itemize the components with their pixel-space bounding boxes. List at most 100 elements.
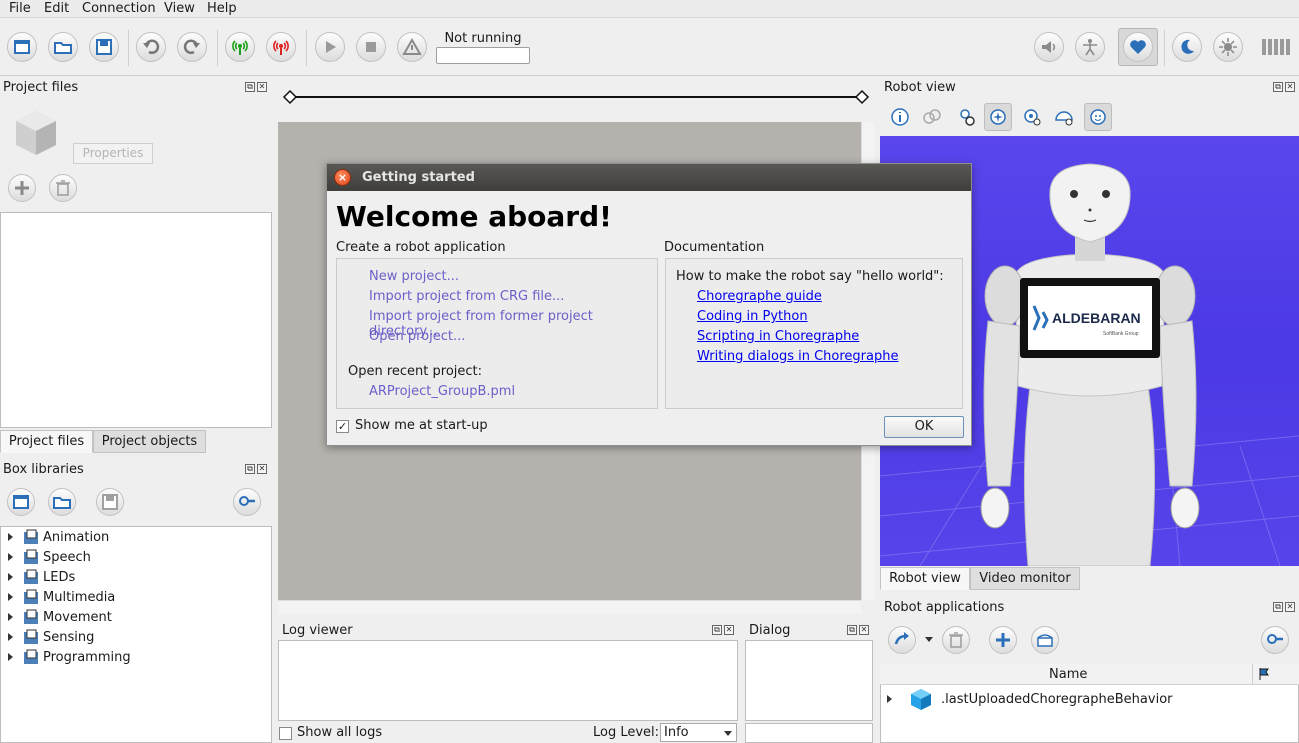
robot-settings-button[interactable] xyxy=(1018,103,1046,131)
expand-arrow-icon[interactable] xyxy=(8,573,13,581)
dialog-output-area[interactable] xyxy=(745,640,873,721)
close-dock-icon[interactable]: ✕ xyxy=(1285,82,1295,92)
properties-button[interactable]: Properties xyxy=(73,143,153,164)
save-library-button[interactable] xyxy=(96,488,124,516)
expand-arrow-icon[interactable] xyxy=(8,533,13,541)
upload-icon xyxy=(894,632,909,645)
app-row[interactable]: .lastUploadedChoregrapheBehavior xyxy=(880,688,1299,710)
float-dock-icon[interactable]: ⧉ xyxy=(1273,602,1283,612)
posture-button[interactable] xyxy=(1075,32,1105,62)
project-files-list[interactable] xyxy=(0,212,272,428)
robot-stiffness-button[interactable] xyxy=(952,103,980,131)
default-app-column-icon[interactable] xyxy=(1257,667,1271,681)
app-store-button[interactable] xyxy=(1031,626,1059,654)
open-project-link[interactable]: Open project... xyxy=(369,329,465,344)
writing-dialogs-link[interactable]: Writing dialogs in Choregraphe xyxy=(697,349,898,364)
disconnect-button[interactable] xyxy=(266,32,296,62)
redo-button[interactable] xyxy=(177,32,207,62)
close-dock-icon[interactable]: ✕ xyxy=(257,82,267,92)
scripting-choregraphe-link[interactable]: Scripting in Choregraphe xyxy=(697,329,859,344)
tab-video-monitor[interactable]: Video monitor xyxy=(970,567,1080,590)
show-at-startup-checkbox[interactable]: ✓ xyxy=(336,420,349,433)
choregraphe-guide-link[interactable]: Choregraphe guide xyxy=(697,289,822,304)
wake-up-button[interactable] xyxy=(1213,32,1243,62)
menu-file[interactable]: File xyxy=(9,0,31,17)
log-viewer-dock-controls: ⧉ ✕ xyxy=(712,625,734,635)
add-app-button[interactable] xyxy=(989,626,1017,654)
connect-button[interactable] xyxy=(225,32,255,62)
upload-app-button[interactable] xyxy=(888,626,916,654)
close-dock-icon[interactable]: ✕ xyxy=(1285,602,1295,612)
new-project-link[interactable]: New project... xyxy=(369,269,459,284)
robot-joints-button[interactable] xyxy=(918,103,946,131)
autonomous-life-button[interactable] xyxy=(1123,32,1153,62)
undo-button[interactable] xyxy=(136,32,166,62)
save-project-button[interactable] xyxy=(89,32,119,62)
open-library-button[interactable] xyxy=(48,488,76,516)
library-item-animation[interactable]: Animation xyxy=(1,527,271,547)
menu-connection[interactable]: Connection xyxy=(82,0,156,17)
float-dock-icon[interactable]: ⧉ xyxy=(712,625,722,635)
library-item-movement[interactable]: Movement xyxy=(1,607,271,627)
stop-button[interactable] xyxy=(356,32,386,62)
expand-arrow-icon[interactable] xyxy=(887,695,892,703)
tab-project-objects[interactable]: Project objects xyxy=(93,430,206,453)
add-file-button[interactable] xyxy=(8,174,36,202)
speaker-icon xyxy=(1042,41,1056,53)
log-level-select[interactable]: Info xyxy=(660,723,737,742)
float-dock-icon[interactable]: ⧉ xyxy=(847,625,857,635)
rest-button[interactable] xyxy=(1172,32,1202,62)
library-item-leds[interactable]: LEDs xyxy=(1,567,271,587)
robot-mode-button[interactable] xyxy=(984,103,1012,131)
volume-button[interactable] xyxy=(1034,32,1064,62)
menu-help[interactable]: Help xyxy=(207,0,237,17)
expand-arrow-icon[interactable] xyxy=(8,593,13,601)
close-icon[interactable]: × xyxy=(334,169,351,186)
delete-app-button[interactable] xyxy=(942,626,970,654)
float-dock-icon[interactable]: ⧉ xyxy=(245,464,255,474)
upload-options-chevron-icon[interactable] xyxy=(925,637,933,642)
recent-project-link[interactable]: ARProject_GroupB.pml xyxy=(369,384,515,399)
menu-view[interactable]: View xyxy=(164,0,195,17)
library-item-multimedia[interactable]: Multimedia xyxy=(1,587,271,607)
play-button[interactable] xyxy=(315,32,345,62)
coding-python-link[interactable]: Coding in Python xyxy=(697,309,808,324)
debug-button[interactable] xyxy=(397,32,427,62)
library-item-speech[interactable]: Speech xyxy=(1,547,271,567)
ok-button[interactable]: OK xyxy=(884,416,964,438)
import-crg-link[interactable]: Import project from CRG file... xyxy=(369,289,564,304)
float-dock-icon[interactable]: ⧉ xyxy=(1273,82,1283,92)
show-all-logs-checkbox[interactable] xyxy=(279,727,292,740)
autonomous-life-toggle[interactable] xyxy=(1118,28,1158,66)
robot-face-button[interactable] xyxy=(1084,103,1112,131)
save-icon xyxy=(96,39,112,55)
log-output-area[interactable] xyxy=(278,640,738,721)
menu-edit[interactable]: Edit xyxy=(44,0,69,17)
close-dock-icon[interactable]: ✕ xyxy=(724,625,734,635)
library-item-programming[interactable]: Programming xyxy=(1,647,271,667)
close-dock-icon[interactable]: ✕ xyxy=(257,464,267,474)
float-dock-icon[interactable]: ⧉ xyxy=(245,82,255,92)
delete-file-button[interactable] xyxy=(49,174,77,202)
expand-arrow-icon[interactable] xyxy=(8,613,13,621)
new-project-button[interactable] xyxy=(7,32,37,62)
search-library-button[interactable] xyxy=(233,488,261,516)
tab-project-files[interactable]: Project files xyxy=(0,430,93,453)
dialog-input-field[interactable] xyxy=(745,723,873,743)
library-item-sensing[interactable]: Sensing xyxy=(1,627,271,647)
expand-arrow-icon[interactable] xyxy=(8,553,13,561)
robot-info-button[interactable] xyxy=(886,103,914,131)
robot-camera-button[interactable] xyxy=(1050,103,1078,131)
search-app-button[interactable] xyxy=(1261,626,1289,654)
expand-arrow-icon[interactable] xyxy=(8,633,13,641)
timeline-slider[interactable] xyxy=(279,78,876,118)
canvas-horizontal-scrollbar[interactable] xyxy=(278,600,861,614)
robot-apps-dock-controls: ⧉ ✕ xyxy=(1273,602,1295,612)
column-name-header[interactable]: Name xyxy=(1049,667,1087,682)
tab-robot-view[interactable]: Robot view xyxy=(880,567,970,590)
open-project-button[interactable] xyxy=(48,32,78,62)
new-library-button[interactable] xyxy=(7,488,35,516)
close-dock-icon[interactable]: ✕ xyxy=(859,625,869,635)
expand-arrow-icon[interactable] xyxy=(8,653,13,661)
new-window-icon xyxy=(13,495,29,509)
